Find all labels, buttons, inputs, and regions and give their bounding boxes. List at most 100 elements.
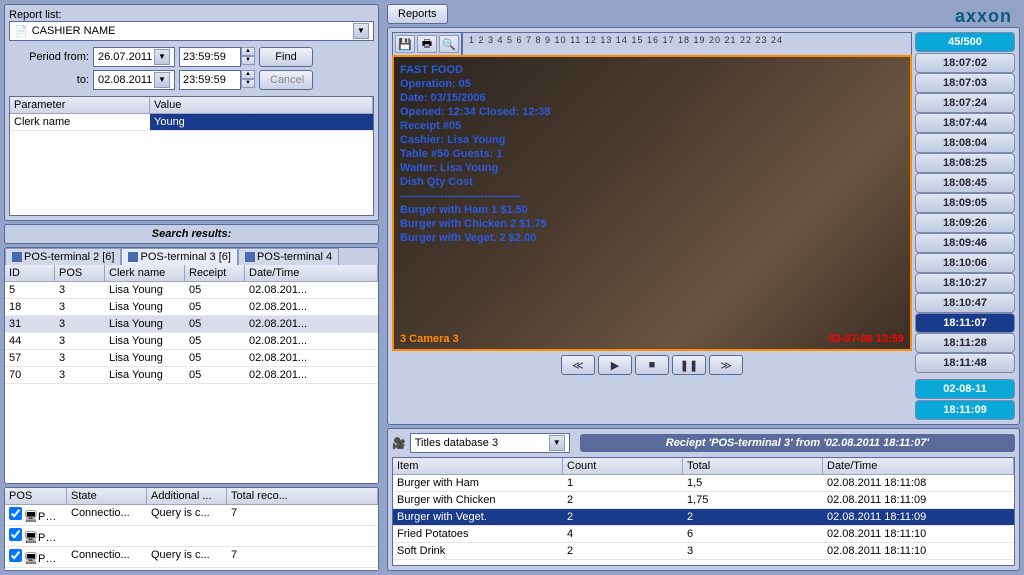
timestamp-button[interactable]: 18:11:48 [915,353,1015,373]
terminal-icon [128,252,138,262]
overlay-line: Burger with Chicken 2 $1.75 [400,217,904,231]
col-receipt[interactable]: Receipt [185,265,245,281]
stop-button[interactable]: ■ [635,355,669,375]
pos-terminal-tab[interactable]: POS-terminal 2 [6] [5,248,121,265]
report-list-value: CASHIER NAME [32,25,116,37]
table-row[interactable]: 53Lisa Young0502.08.201... [5,282,378,299]
col-datetime2[interactable]: Date/Time [823,458,1014,474]
timestamp-button[interactable]: 18:08:45 [915,173,1015,193]
playback-controls: ≪ ▶ ■ ❚❚ ≫ [392,351,912,379]
report-icon: 📄 [14,25,28,38]
timestamp-button[interactable]: 18:11:28 [915,333,1015,353]
find-button[interactable]: Find [259,47,313,67]
timestamp-button[interactable]: 18:09:46 [915,233,1015,253]
timestamp-button[interactable]: 18:07:03 [915,73,1015,93]
timestamp-button[interactable]: 18:08:25 [915,153,1015,173]
timestamp-button[interactable]: 18:10:27 [915,273,1015,293]
table-row[interactable]: Burger with Chicken21,7502.08.2011 18:11… [393,492,1014,509]
pos-checkbox[interactable] [9,507,22,520]
timestamp-list: 45/500 18:07:0218:07:0318:07:2418:07:441… [915,32,1015,420]
table-row[interactable]: 183Lisa Young0502.08.201... [5,299,378,316]
pos-checkbox[interactable] [9,528,22,541]
table-row[interactable]: Burger with Veget.2202.08.2011 18:11:09 [393,509,1014,526]
time-from-input[interactable] [179,47,241,67]
overlay-line: Receipt #05 [400,119,904,133]
pos-terminal-tab[interactable]: POS-terminal 3 [6] [121,248,237,265]
report-list-dropdown[interactable]: 📄 CASHIER NAME ▼ [9,21,374,41]
table-row[interactable]: 🖥PO...Connectio...Query is c...7 [5,505,378,526]
date-to-input[interactable]: 02.08.2011▼ [93,70,175,90]
col-pos[interactable]: POS [55,265,105,281]
value-header[interactable]: Value [150,97,373,113]
table-row[interactable]: 443Lisa Young0502.08.201... [5,333,378,350]
overlay-line: Opened: 12:34 Closed: 12:38 [400,105,904,119]
table-row[interactable]: 703Lisa Young0502.08.201... [5,367,378,384]
time-to-spinner[interactable]: ▲▼ [241,70,255,90]
results-table: ID POS Clerk name Receipt Date/Time 53Li… [5,265,378,483]
time-from-spinner[interactable]: ▲▼ [241,47,255,67]
table-row[interactable]: 🖥PO...Connectio...Query is c...7 [5,547,378,568]
pause-button[interactable]: ❚❚ [672,355,706,375]
cancel-button[interactable]: Cancel [259,70,313,90]
table-row[interactable]: Soft Drink2302.08.2011 18:11:10 [393,543,1014,560]
video-toolbar: 💾 🖶 🔍 [392,32,462,55]
timestamp-label: 03-07-06 13:59 [829,333,904,345]
video-panel: 💾 🖶 🔍 1 2 3 4 5 6 7 8 9 10 11 12 13 14 1… [387,27,1020,425]
chevron-down-icon: ▼ [154,72,170,88]
pos-state-panel: POS State Additional ... Total reco... 🖥… [4,487,379,571]
report-filter-panel: Report list: 📄 CASHIER NAME ▼ Period fro… [4,4,379,221]
param-value[interactable]: Young [150,114,373,130]
col-pos2[interactable]: POS [5,488,67,504]
pos-checkbox[interactable] [9,549,22,562]
col-datetime[interactable]: Date/Time [245,265,378,281]
col-state[interactable]: State [67,488,147,504]
overlay-line: Operation: 05 [400,77,904,91]
timestamp-button[interactable]: 18:08:04 [915,133,1015,153]
titles-db-dropdown[interactable]: Titles database 3 ▼ [410,433,570,453]
table-row[interactable]: 313Lisa Young0502.08.201... [5,316,378,333]
timestamp-button[interactable]: 18:09:05 [915,193,1015,213]
terminal-icon [12,252,22,262]
time-to-input[interactable] [179,70,241,90]
current-date-pill: 02-08-11 [915,379,1015,399]
date-from-input[interactable]: 26.07.2011▼ [93,47,175,67]
param-row[interactable]: Clerk name Young [10,114,373,131]
zoom-icon[interactable]: 🔍 [439,35,459,53]
table-row[interactable]: Burger with Ham11,502.08.2011 18:11:08 [393,475,1014,492]
timestamp-button[interactable]: 18:10:47 [915,293,1015,313]
pos-terminal-tab[interactable]: POS-terminal 4 [238,248,339,265]
report-list-label: Report list: [9,9,374,21]
save-icon[interactable]: 💾 [395,35,415,53]
receipt-header: Reciept 'POS-terminal 3' from '02.08.201… [580,434,1015,452]
col-id[interactable]: ID [5,265,55,281]
timestamp-button[interactable]: 18:11:07 [915,313,1015,333]
timestamp-button[interactable]: 18:07:02 [915,53,1015,73]
col-additional[interactable]: Additional ... [147,488,227,504]
col-item[interactable]: Item [393,458,563,474]
col-count[interactable]: Count [563,458,683,474]
col-total[interactable]: Total [683,458,823,474]
timestamp-button[interactable]: 18:07:24 [915,93,1015,113]
timestamp-button[interactable]: 18:09:26 [915,213,1015,233]
search-results-header: Search results: [4,224,379,244]
timestamp-button[interactable]: 18:07:44 [915,113,1015,133]
param-header[interactable]: Parameter [10,97,150,113]
print-icon[interactable]: 🖶 [417,35,437,53]
timestamp-button[interactable]: 18:10:06 [915,253,1015,273]
results-panel: POS-terminal 2 [6]POS-terminal 3 [6]POS-… [4,247,379,484]
reports-button[interactable]: Reports [387,4,448,24]
play-button[interactable]: ▶ [598,355,632,375]
chevron-down-icon: ▼ [154,49,170,65]
table-row[interactable]: 573Lisa Young0502.08.201... [5,350,378,367]
overlay-line: Burger with Veget. 2 $2.00 [400,231,904,245]
overlay-line: Table #50 Guests: 1 [400,147,904,161]
video-frame[interactable]: FAST FOODOperation: 05Date: 03/15/2006Op… [392,55,912,351]
table-row[interactable]: Fried Potatoes4602.08.2011 18:11:10 [393,526,1014,543]
timeline-ruler[interactable]: 1 2 3 4 5 6 7 8 9 10 11 12 13 14 15 16 1… [462,32,912,55]
col-total[interactable]: Total reco... [227,488,378,504]
col-clerk[interactable]: Clerk name [105,265,185,281]
rewind-button[interactable]: ≪ [561,355,595,375]
table-row[interactable]: 🖥PO... [5,526,378,547]
period-to-label: to: [9,74,89,86]
forward-button[interactable]: ≫ [709,355,743,375]
